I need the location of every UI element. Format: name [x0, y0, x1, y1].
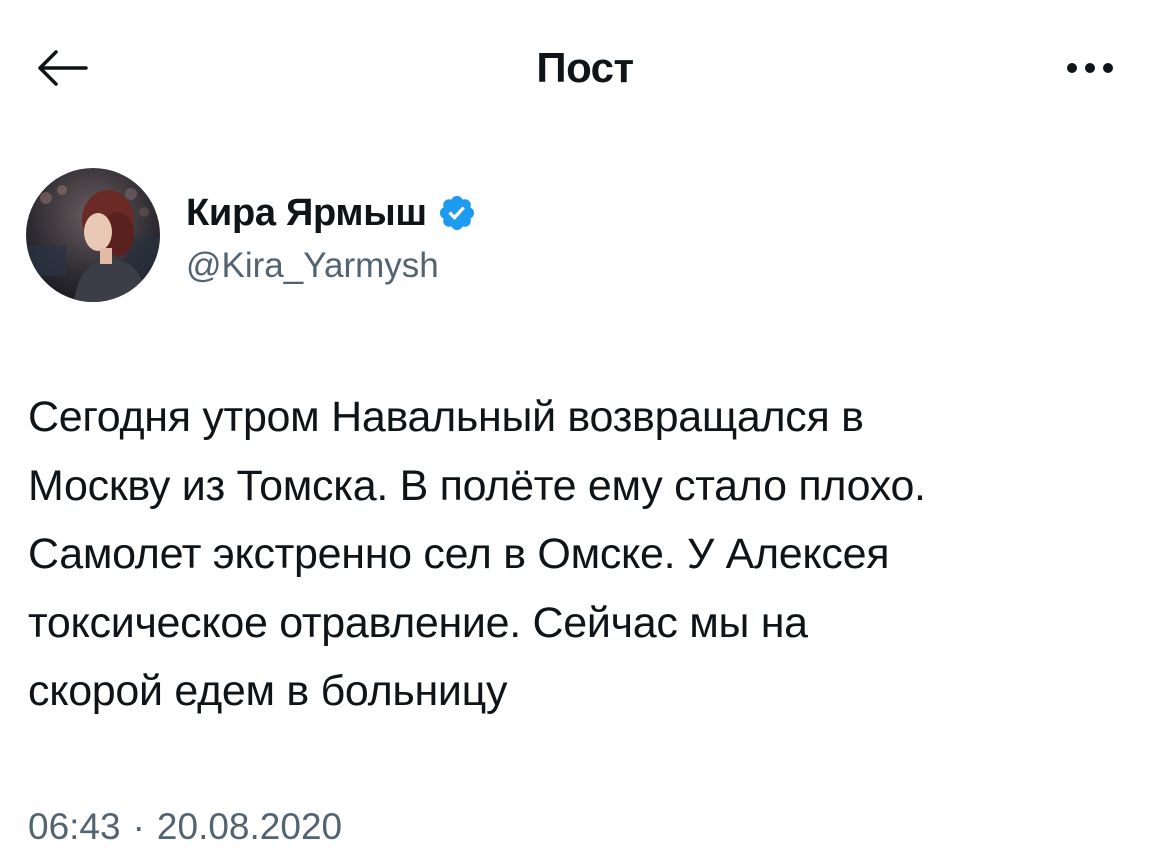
avatar-photo [26, 168, 160, 302]
page-title: Пост [536, 44, 634, 91]
author-block: Кира Ярмыш @Kira_Yarmysh [26, 168, 1136, 308]
more-dot [1103, 63, 1113, 73]
back-button[interactable] [28, 40, 94, 96]
top-bar: Пост [0, 0, 1170, 140]
arrow-left-icon [38, 50, 88, 86]
display-name[interactable]: Кира Ярмыш [186, 192, 427, 235]
more-options-button[interactable] [1050, 44, 1130, 92]
display-name-row: Кира Ярмыш [186, 190, 477, 236]
tweet-time: 06:43 [28, 806, 121, 847]
tweet-date: 20.08.2020 [156, 806, 343, 847]
tweet-timestamp[interactable]: 06:43 · 20.08.2020 [28, 804, 342, 850]
avatar[interactable] [26, 168, 160, 302]
more-dot [1085, 63, 1095, 73]
verified-badge-icon [439, 195, 474, 231]
user-handle[interactable]: @Kira_Yarmysh [186, 244, 439, 288]
tweet-text: Сегодня утром Навальный возвращался в Мо… [28, 393, 926, 715]
more-horizontal-icon [1067, 63, 1077, 73]
timestamp-separator: · [132, 806, 145, 847]
